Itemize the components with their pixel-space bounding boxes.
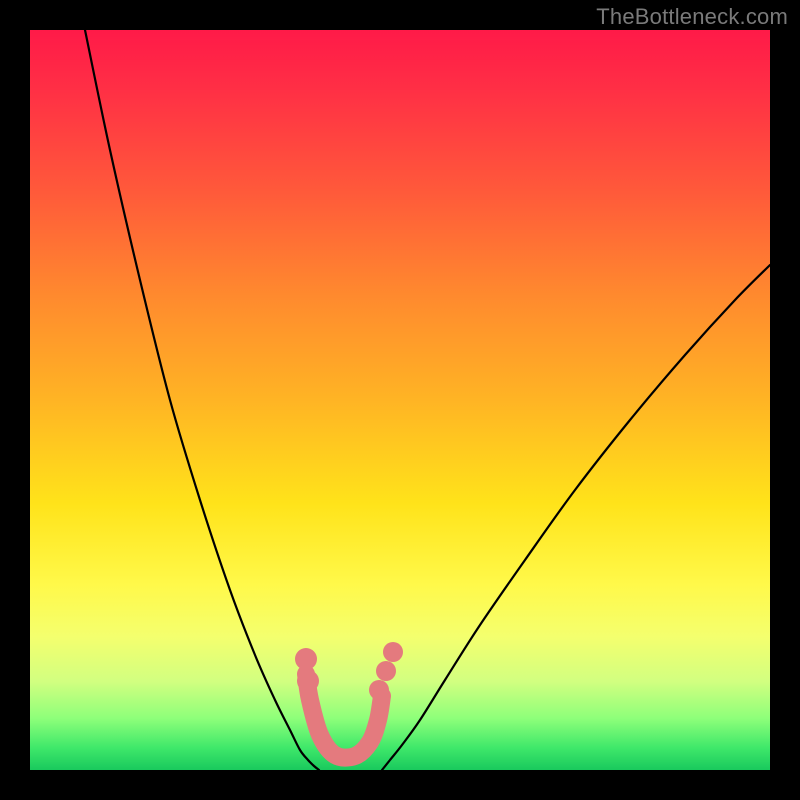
marker-0: [295, 648, 317, 670]
watermark-text: TheBottleneck.com: [596, 4, 788, 30]
marker-2: [369, 680, 389, 700]
plot-area: [30, 30, 770, 770]
marker-1: [297, 670, 319, 692]
marker-4: [383, 642, 403, 662]
chart-frame: TheBottleneck.com: [0, 0, 800, 800]
markers-group: [295, 642, 403, 700]
chart-svg: [30, 30, 770, 770]
series-left-curve: [85, 30, 319, 770]
marker-3: [376, 661, 396, 681]
curves-group: [85, 30, 770, 770]
series-right-curve: [382, 265, 770, 770]
